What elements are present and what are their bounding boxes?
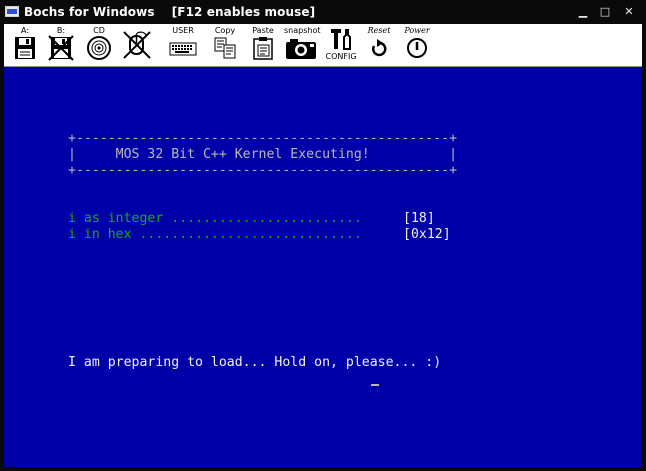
title-bar[interactable]: Bochs for Windows [F12 enables mouse] ▁ …	[0, 0, 646, 24]
window-title: Bochs for Windows [F12 enables mouse]	[24, 5, 316, 19]
copy-label: Copy	[214, 26, 236, 35]
keyboard-icon	[169, 42, 197, 56]
paste-clipboard-icon	[253, 37, 273, 60]
cd-disc-icon	[87, 36, 111, 60]
hex-row-label: i in hex ............................	[68, 227, 362, 242]
power-label: Power	[404, 26, 430, 35]
app-icon	[5, 6, 19, 17]
text-cursor	[371, 384, 379, 386]
reset-arrow-icon	[372, 39, 387, 57]
mouse-disabled-icon	[123, 31, 151, 59]
minimize-button[interactable]: ▁	[573, 4, 593, 20]
tools-config-icon	[331, 29, 351, 50]
paste-button[interactable]: Paste	[246, 26, 280, 64]
floppy-disk-disabled-icon	[48, 35, 74, 61]
floppy-a-button[interactable]: A:	[8, 26, 42, 64]
maximize-button[interactable]: □	[595, 4, 615, 20]
user-label: USER	[172, 26, 194, 35]
paste-label: Paste	[252, 26, 274, 35]
floppy-b-label: B:	[56, 26, 66, 35]
config-button[interactable]: CONFIG	[324, 26, 358, 64]
cdrom-button[interactable]: CD	[82, 26, 116, 64]
snapshot-label: snapshot	[284, 26, 321, 35]
snapshot-button[interactable]: snapshot	[284, 26, 321, 64]
user-button[interactable]: USER	[166, 26, 200, 64]
floppy-b-button[interactable]: B:	[44, 26, 78, 64]
cdrom-label: CD	[93, 26, 105, 35]
close-button[interactable]: ✕	[619, 4, 639, 20]
copy-button[interactable]: Copy	[208, 26, 242, 64]
reset-button[interactable]: Reset	[362, 26, 396, 64]
toolbar: A: B: CD USER Copy Paste snapshot CONFIG…	[4, 24, 642, 67]
power-button[interactable]: Power	[400, 26, 434, 64]
banner-border-top: +---------------------------------------…	[68, 131, 458, 146]
loading-message: I am preparing to load... Hold on, pleas…	[68, 355, 442, 370]
power-icon	[407, 38, 427, 58]
bochs-window: Bochs for Windows [F12 enables mouse] ▁ …	[0, 0, 646, 471]
integer-row-label: i as integer ........................	[68, 211, 362, 226]
copy-icon	[214, 37, 236, 59]
banner-title: | MOS 32 Bit C++ Kernel Executing! |	[68, 147, 458, 162]
hex-row-value: [0x12]	[403, 227, 451, 242]
reset-label: Reset	[367, 26, 391, 35]
camera-icon	[286, 39, 316, 59]
integer-row-value: [18]	[403, 211, 435, 226]
floppy-a-label: A:	[20, 26, 30, 35]
banner-border-bottom: +---------------------------------------…	[68, 163, 458, 178]
floppy-disk-icon	[15, 37, 35, 59]
emulator-screen[interactable]: +---------------------------------------…	[4, 67, 642, 467]
config-label: CONFIG	[325, 52, 357, 61]
mouse-toggle-button[interactable]	[120, 26, 154, 64]
